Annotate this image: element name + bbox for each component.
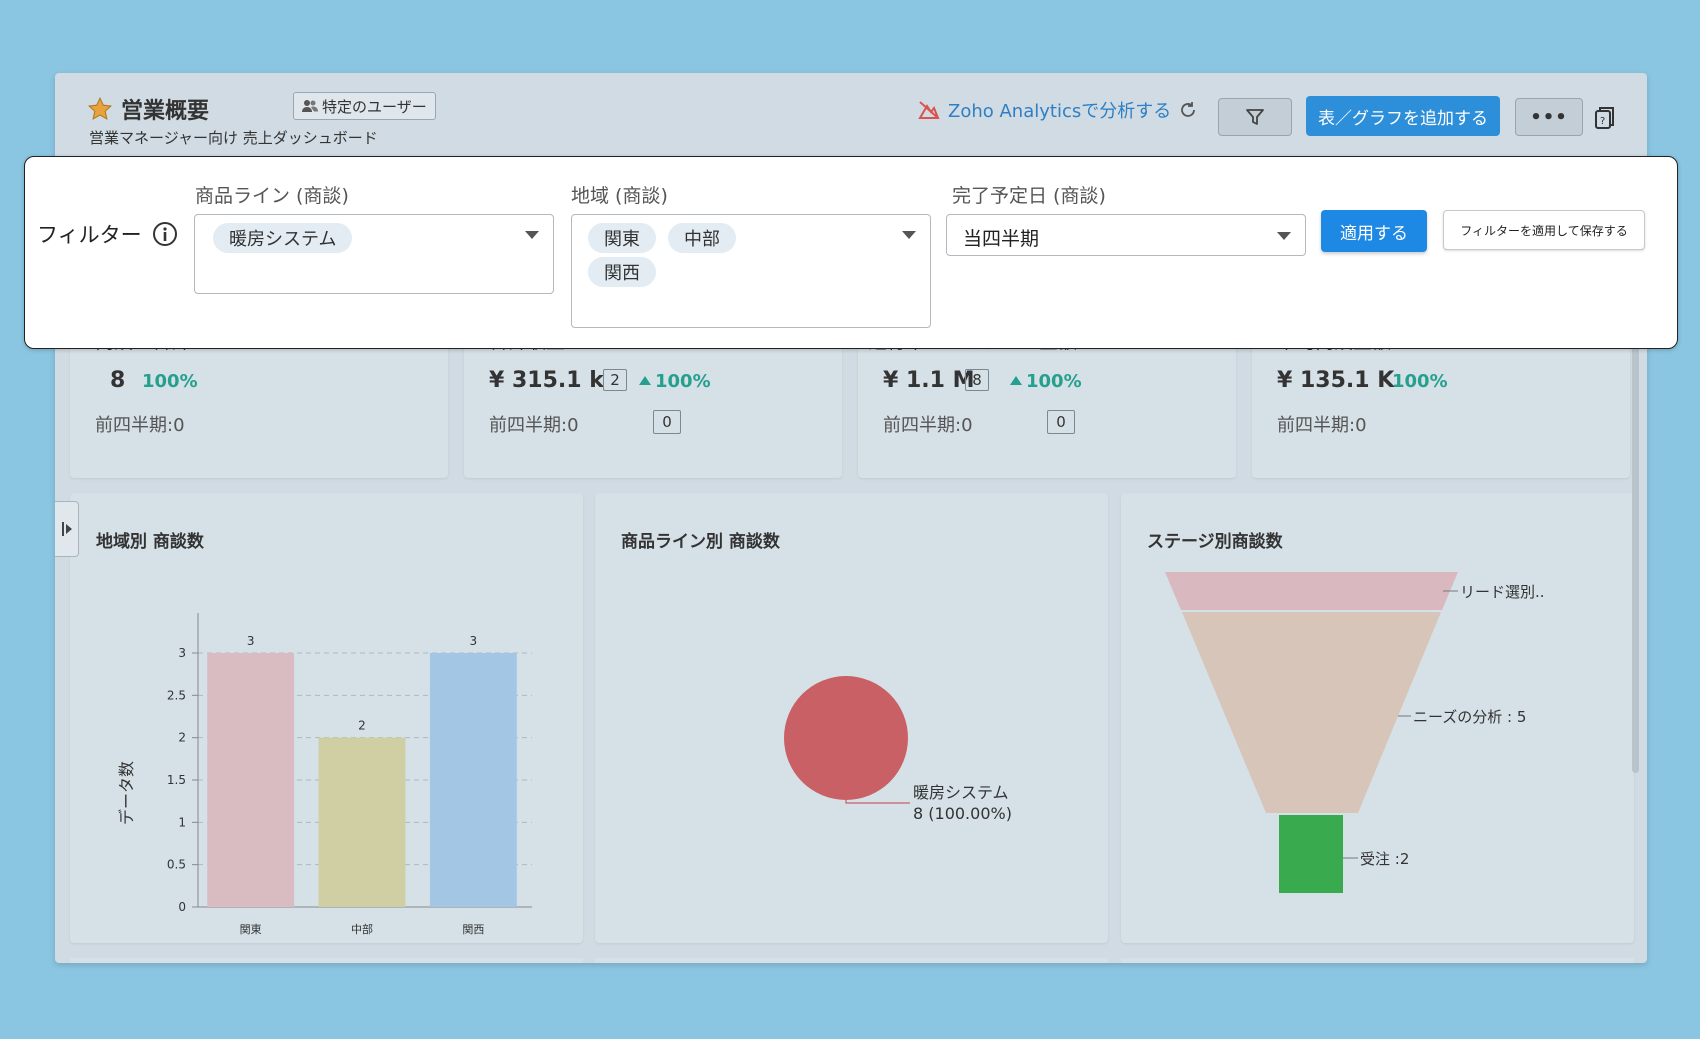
- bar-data-label: 3: [247, 634, 255, 648]
- up-arrow-icon: [639, 376, 651, 385]
- dashboard-title-area: 営業概要: [87, 93, 209, 125]
- page-subtitle: 営業マネージャー向け 売上ダッシュボード: [89, 129, 378, 147]
- funnel-segment: [1279, 815, 1343, 893]
- bar: [429, 653, 517, 907]
- y-tick-label: 3: [178, 646, 186, 660]
- refresh-icon[interactable]: [1179, 101, 1197, 119]
- chart-card-stage[interactable]: ステージ別商談数 リード選別.. ニーズの分析 : 5 受注 :2: [1121, 493, 1634, 943]
- kpi-value: ¥ 315.1 k: [489, 368, 604, 393]
- kpi-percent: 100%: [639, 371, 711, 392]
- kpi-value: ¥ 1.1 M: [883, 368, 975, 393]
- chevron-down-icon[interactable]: [1277, 232, 1291, 240]
- kpi-percent: 100%: [1392, 371, 1448, 392]
- bar-data-label: 3: [470, 634, 478, 648]
- filter-product-line-select[interactable]: 暖房システム: [194, 214, 554, 294]
- kpi-previous: 前四半期:0: [1277, 415, 1367, 436]
- y-tick-label: 2: [178, 731, 186, 745]
- up-arrow-icon: [1010, 376, 1022, 385]
- filter-region-label: 地域 (商談): [571, 185, 668, 207]
- apply-button[interactable]: 適用する: [1321, 210, 1427, 252]
- kpi-previous: 前四半期:0: [489, 415, 579, 436]
- shared-users-badge[interactable]: 特定のユーザー: [293, 92, 436, 120]
- pie-label: 暖房システム: [913, 783, 1009, 802]
- bar-chart: 00.511.522.533関東2中部3関西地域データ数: [117, 613, 532, 936]
- filter-button[interactable]: [1218, 98, 1292, 136]
- y-axis-title: データ数: [117, 761, 136, 825]
- chip[interactable]: 中部: [668, 223, 736, 253]
- chevron-down-icon[interactable]: [525, 231, 539, 239]
- info-icon[interactable]: [152, 221, 178, 247]
- copy-icon[interactable]: ?: [1593, 105, 1617, 131]
- kpi-percent: 100%: [1010, 371, 1082, 392]
- filter-panel: フィルター 商品ライン (商談) 暖房システム 地域 (商談) 関東 中部 関西…: [24, 156, 1678, 349]
- scrollbar[interactable]: [1632, 333, 1639, 773]
- bar: [207, 653, 295, 907]
- filter-region-select[interactable]: 関東 中部 関西: [571, 214, 931, 328]
- svg-text:?: ?: [1600, 116, 1605, 127]
- card-edge: [595, 958, 1108, 963]
- apply-and-save-button[interactable]: フィルターを適用して保存する: [1443, 210, 1645, 250]
- pie-data-label: 8 (100.00%): [913, 804, 1012, 823]
- badge-label: 特定のユーザー: [322, 97, 427, 116]
- kpi-count-badge: 8: [965, 369, 989, 391]
- users-icon: [302, 100, 318, 112]
- analytics-link-label: Zoho Analyticsで分析する: [948, 101, 1172, 122]
- filter-close-date-select[interactable]: 当四半期: [946, 214, 1306, 256]
- y-tick-label: 1.5: [167, 773, 186, 787]
- card-edge: [1121, 958, 1634, 963]
- pie-slice: [784, 676, 908, 800]
- chart-card-region[interactable]: 地域別 商談数 00.511.522.533関東2中部3関西地域データ数: [70, 493, 583, 943]
- kpi-value: 8: [110, 368, 126, 393]
- funnel-label: 受注 :2: [1360, 850, 1409, 868]
- sidebar-toggle[interactable]: [55, 501, 79, 557]
- select-value: 当四半期: [963, 228, 1040, 250]
- chevron-down-icon[interactable]: [902, 231, 916, 239]
- funnel-label: ニーズの分析 : 5: [1413, 708, 1526, 726]
- chip[interactable]: 暖房システム: [213, 223, 353, 253]
- kpi-previous: 前四半期:0: [883, 415, 973, 436]
- x-tick-label: 中部: [351, 922, 373, 936]
- y-tick-label: 0: [178, 900, 186, 914]
- chart-card-product[interactable]: 商品ライン別 商談数 暖房システム 8 (100.00%): [595, 493, 1108, 943]
- y-tick-label: 2.5: [167, 688, 186, 702]
- analytics-link[interactable]: Zoho Analyticsで分析する: [918, 97, 1197, 123]
- bar: [318, 737, 406, 907]
- star-icon[interactable]: [87, 96, 113, 122]
- chip[interactable]: 関東: [588, 223, 656, 253]
- chip[interactable]: 関西: [588, 257, 656, 287]
- kpi-percent: 100%: [142, 371, 198, 392]
- bar-data-label: 2: [358, 719, 366, 733]
- expand-sidebar-icon: [61, 522, 72, 536]
- page-title: 営業概要: [121, 99, 210, 124]
- filter-icon: [1246, 109, 1264, 125]
- pie-chart: 暖房システム 8 (100.00%): [784, 676, 1012, 823]
- x-tick-label: 関西: [462, 923, 484, 936]
- y-tick-label: 0.5: [167, 858, 186, 872]
- kpi-count-badge: 2: [603, 369, 627, 391]
- funnel-segment: [1182, 612, 1441, 813]
- kpi-value: ¥ 135.1 K: [1277, 368, 1395, 393]
- funnel-chart: リード選別.. ニーズの分析 : 5 受注 :2: [1165, 572, 1545, 893]
- more-button[interactable]: •••: [1515, 98, 1583, 136]
- add-chart-button[interactable]: 表／グラフを追加する: [1306, 96, 1500, 136]
- analytics-icon: [918, 101, 940, 119]
- y-tick-label: 1: [178, 815, 186, 829]
- filter-product-line-label: 商品ライン (商談): [195, 185, 349, 207]
- kpi-previous: 前四半期:0: [95, 415, 185, 436]
- filter-label: フィルター: [37, 219, 178, 249]
- filter-close-date-label: 完了予定日 (商談): [952, 185, 1106, 207]
- funnel-label: リード選別..: [1460, 583, 1545, 601]
- kpi-previous-value: 0: [653, 410, 681, 434]
- card-edge: [70, 958, 583, 963]
- x-tick-label: 関東: [240, 923, 262, 936]
- funnel-segment: [1165, 572, 1458, 610]
- kpi-previous-value: 0: [1047, 410, 1075, 434]
